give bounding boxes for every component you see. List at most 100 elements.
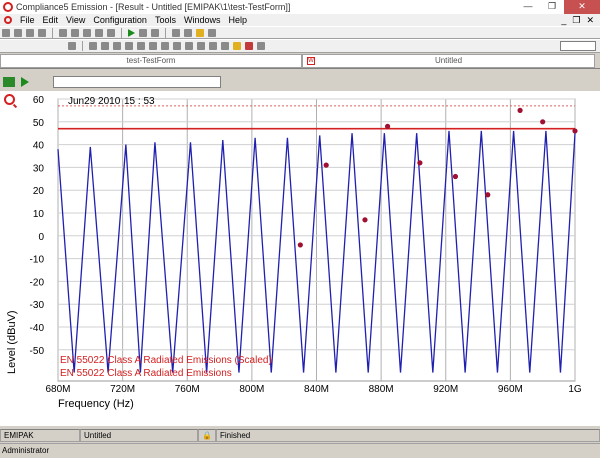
limit-icon[interactable]: [185, 42, 193, 50]
y-tick-label: 10: [33, 209, 45, 220]
peak-marker: [540, 119, 546, 125]
tab-test-testform[interactable]: test-TestForm: [0, 54, 302, 68]
x-tick-label: 760M: [175, 384, 200, 395]
toolbar-separator: [52, 27, 53, 38]
save-icon[interactable]: [26, 28, 34, 37]
y-tick-label: 30: [33, 163, 45, 174]
zoom-out-icon[interactable]: [71, 28, 79, 37]
copy-icon[interactable]: [83, 28, 91, 37]
stop-icon[interactable]: [151, 28, 159, 37]
document-field[interactable]: [53, 76, 221, 88]
menu-help[interactable]: Help: [224, 15, 251, 25]
layout-icon[interactable]: [3, 77, 15, 87]
print-icon[interactable]: [38, 28, 46, 37]
y-tick-label: -30: [30, 300, 45, 311]
peak-marker: [572, 128, 578, 134]
zoom-area-icon[interactable]: [125, 42, 133, 50]
peak-marker: [485, 192, 491, 198]
x-tick-label: 1G: [568, 384, 582, 395]
title-bar: Compliance5 Emission - [Result - Untitle…: [0, 0, 600, 14]
y-tick-label: -40: [30, 323, 45, 334]
mdi-minimize-button[interactable]: _: [561, 15, 566, 26]
menu-tools[interactable]: Tools: [151, 15, 180, 25]
window-title: Compliance5 Emission - [Result - Untitle…: [16, 2, 291, 12]
peak-marker: [297, 242, 303, 248]
fit-icon[interactable]: [137, 42, 145, 50]
menu-view[interactable]: View: [62, 15, 89, 25]
x-tick-label: 720M: [110, 384, 135, 395]
peak-marker: [362, 217, 368, 223]
mdi-restore-button[interactable]: ❐: [572, 15, 580, 26]
mdi-controls: _ ❐ ✕: [561, 15, 600, 26]
overlay-icon[interactable]: [209, 42, 217, 50]
y-tick-label: 20: [33, 186, 45, 197]
peak-marker: [452, 173, 459, 180]
minimize-button[interactable]: —: [516, 0, 540, 14]
peak-icon[interactable]: [161, 42, 169, 50]
status-document: Untitled: [80, 428, 198, 442]
x-axis-label: Frequency (Hz): [58, 398, 134, 410]
toolbar-separator: [82, 41, 83, 51]
timestamp-time: 15 : 53: [124, 96, 155, 107]
y-tick-label: 50: [33, 118, 45, 129]
x-tick-label: 840M: [304, 384, 329, 395]
app-logo-icon: [3, 2, 13, 12]
pause-icon[interactable]: [139, 28, 147, 37]
x-tick-labels: 680M 720M 760M 800M 840M 880M 920M 960M 1G: [45, 384, 581, 395]
tab-label: Untitled: [434, 56, 463, 65]
status-system: EMIPAK: [0, 428, 80, 442]
document-tabs: test-TestForm W Untitled: [0, 54, 600, 69]
pencil-icon[interactable]: [172, 28, 180, 37]
y-axis-label: Level (dBuV): [6, 310, 18, 374]
new-icon[interactable]: [2, 28, 10, 37]
emission-chart: -50 -40 -30 -20 -10 0 10 20 30 40 50 60 680M 720M 760…: [6, 95, 582, 410]
y-tick-label: -20: [30, 277, 45, 288]
y-tick-labels: -50 -40 -30 -20 -10 0 10 20 30 40 50 60: [30, 95, 45, 357]
open-folder-icon[interactable]: [14, 28, 22, 37]
peak-marker: [384, 123, 391, 129]
user-bar: Administrator: [0, 443, 600, 458]
play-icon[interactable]: [21, 77, 29, 87]
document-menu-icon[interactable]: [4, 16, 12, 24]
x-tick-label: 880M: [369, 384, 394, 395]
graph-toolbar: [0, 39, 600, 53]
toolbar-combo[interactable]: [560, 41, 596, 51]
y-tick-label: 60: [33, 95, 45, 106]
menu-configuration[interactable]: Configuration: [89, 15, 151, 25]
undo-icon[interactable]: [95, 28, 103, 37]
menu-file[interactable]: File: [16, 15, 39, 25]
highlight-icon[interactable]: [196, 28, 204, 37]
graph-tool-icon[interactable]: [68, 42, 76, 50]
y-tick-label: -10: [30, 255, 45, 266]
window-controls: — ❐ ✕: [516, 0, 600, 14]
grid-icon[interactable]: [101, 42, 109, 50]
tab-untitled[interactable]: W Untitled: [302, 54, 595, 68]
view-icon[interactable]: [257, 42, 265, 50]
close-button[interactable]: ✕: [564, 0, 600, 14]
menu-edit[interactable]: Edit: [39, 15, 63, 25]
zoom-in-icon[interactable]: [59, 28, 67, 37]
menu-bar: File Edit View Configuration Tools Windo…: [0, 14, 600, 26]
trace-icon[interactable]: [197, 42, 205, 50]
peak-marker: [517, 107, 523, 113]
run-icon[interactable]: [128, 28, 135, 37]
menu-windows[interactable]: Windows: [180, 15, 225, 25]
maximize-button[interactable]: ❐: [540, 0, 564, 14]
dot-icon[interactable]: [221, 42, 229, 50]
scale-icon[interactable]: [113, 42, 121, 50]
table-icon[interactable]: [89, 42, 97, 50]
marker-icon[interactable]: [149, 42, 157, 50]
color-icon[interactable]: [245, 42, 253, 50]
result-icon: W: [307, 57, 315, 65]
diamond-icon[interactable]: [173, 42, 181, 50]
toolbar-separator: [165, 27, 166, 38]
mdi-close-button[interactable]: ✕: [586, 15, 594, 26]
legend-limit: EN 55022 Class A Radiated Emissions: [60, 368, 232, 379]
arrow-up-icon[interactable]: [208, 28, 216, 37]
peak-marker: [417, 160, 423, 166]
settings-icon[interactable]: [184, 28, 192, 37]
timestamp-date: Jun29 2010: [68, 96, 121, 107]
redo-icon[interactable]: [107, 28, 115, 37]
pie-icon[interactable]: [233, 42, 241, 50]
user-name: Administrator: [2, 446, 50, 455]
